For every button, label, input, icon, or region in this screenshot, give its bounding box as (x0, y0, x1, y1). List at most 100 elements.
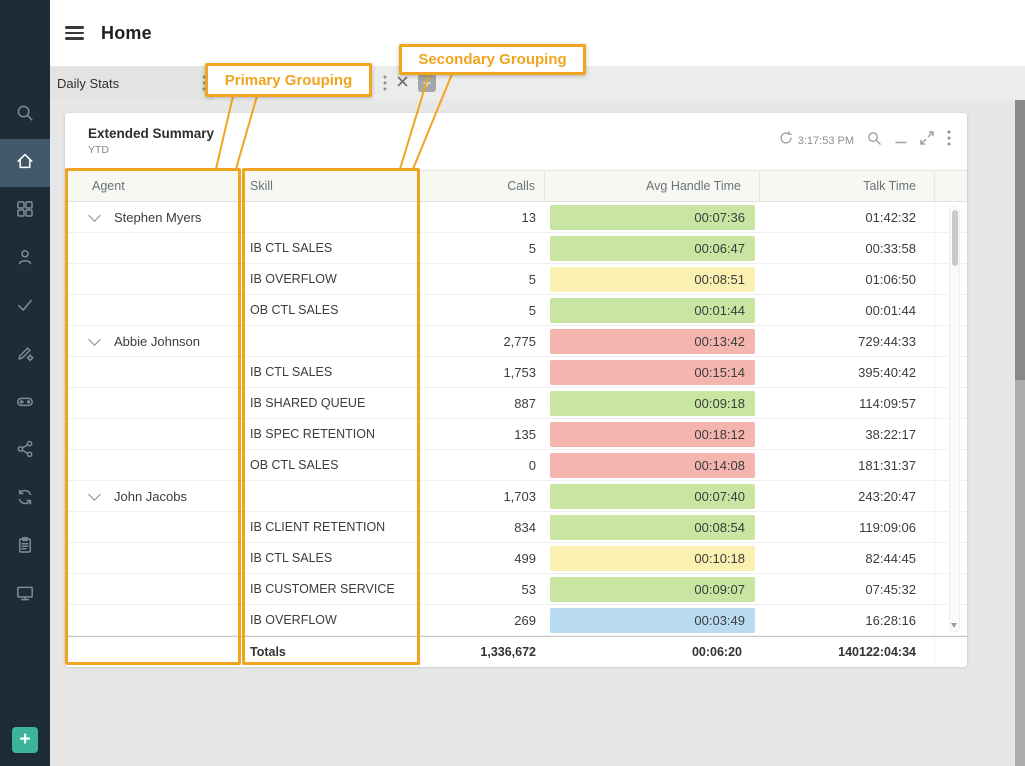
column-header-skill[interactable]: Skill (240, 171, 420, 201)
panel-toolbar: 3:17:53 PM (779, 130, 951, 151)
minimize-icon[interactable] (895, 132, 907, 150)
agent-name: John Jacobs (114, 489, 187, 504)
cell-skill: OB CTL SALES (240, 295, 420, 325)
sidebar-item-dashboard[interactable] (0, 187, 50, 235)
cell-agent (65, 512, 240, 542)
cell-agent: John Jacobs (65, 481, 240, 511)
cell-avg-handle-time: 00:14:08 (545, 450, 760, 480)
sidebar-item-compose[interactable] (0, 331, 50, 379)
cell-agent (65, 388, 240, 418)
table-body: Stephen Myers 13 00:07:36 01:42:32 IB CT… (65, 202, 967, 636)
table-row[interactable]: OB CTL SALES 0 00:14:08 181:31:37 (65, 450, 967, 481)
aht-badge: 00:14:08 (550, 453, 755, 478)
page-title: Home (101, 23, 152, 44)
cell-calls: 1,703 (420, 481, 545, 511)
sidebar-item-share[interactable] (0, 427, 50, 475)
table-row[interactable]: IB CTL SALES 499 00:10:18 82:44:45 (65, 543, 967, 574)
panel-menu-icon[interactable] (947, 130, 951, 151)
table-row[interactable]: Abbie Johnson 2,775 00:13:42 729:44:33 (65, 326, 967, 357)
tabstrip-menu-icon[interactable] (383, 75, 387, 91)
cell-talk-time: 01:42:32 (760, 202, 935, 232)
totals-avg-handle-time: 00:06:20 (545, 637, 760, 667)
page-scrollbar-thumb[interactable] (1015, 100, 1025, 380)
checkmark-icon (15, 295, 35, 320)
table-row[interactable]: IB CLIENT RETENTION 834 00:08:54 119:09:… (65, 512, 967, 543)
chevron-down-icon[interactable] (88, 488, 101, 501)
column-header-calls[interactable]: Calls (420, 171, 545, 201)
sidebar-item-reports[interactable] (0, 523, 50, 571)
sidebar: + (0, 0, 50, 766)
column-header-agent[interactable]: Agent (65, 171, 240, 201)
cell-agent (65, 357, 240, 387)
cell-agent (65, 450, 240, 480)
cell-talk-time: 00:01:44 (760, 295, 935, 325)
cell-talk-time: 395:40:42 (760, 357, 935, 387)
table-row[interactable]: John Jacobs 1,703 00:07:40 243:20:47 (65, 481, 967, 512)
totals-talk-time: 140122:04:34 (760, 637, 935, 667)
hamburger-menu-icon[interactable] (65, 23, 84, 43)
table-row[interactable]: IB OVERFLOW 5 00:08:51 01:06:50 (65, 264, 967, 295)
table-scrollbar[interactable] (949, 206, 960, 632)
table-row[interactable]: IB CUSTOMER SERVICE 53 00:09:07 07:45:32 (65, 574, 967, 605)
table-row[interactable]: OB CTL SALES 5 00:01:44 00:01:44 (65, 295, 967, 326)
aht-badge: 00:03:49 (550, 608, 755, 633)
dashboard-grid-icon (15, 199, 35, 224)
cell-skill: IB CUSTOMER SERVICE (240, 574, 420, 604)
agent-name: Abbie Johnson (114, 334, 200, 349)
chevron-down-icon[interactable] (88, 209, 101, 222)
sidebar-item-monitor[interactable] (0, 571, 50, 619)
scroll-down-icon[interactable] (951, 623, 957, 628)
sidebar-item-tasks[interactable] (0, 283, 50, 331)
app-window: + Home Daily Stats + Extended Summary YT… (0, 0, 1025, 766)
totals-calls: 1,336,672 (420, 637, 545, 667)
page-scrollbar[interactable] (1015, 100, 1025, 766)
cell-avg-handle-time: 00:01:44 (545, 295, 760, 325)
column-header-talk-time[interactable]: Talk Time (760, 171, 935, 201)
cell-skill: IB CTL SALES (240, 233, 420, 263)
refresh-icon[interactable] (779, 131, 793, 150)
table-row[interactable]: Stephen Myers 13 00:07:36 01:42:32 (65, 202, 967, 233)
add-tab-button[interactable]: + (418, 74, 436, 92)
cell-calls: 1,753 (420, 357, 545, 387)
table-row[interactable]: IB OVERFLOW 269 00:03:49 16:28:16 (65, 605, 967, 636)
cell-agent: Abbie Johnson (65, 326, 240, 356)
pencil-gear-icon (15, 343, 35, 368)
last-refresh-time: 3:17:53 PM (798, 135, 854, 147)
cell-calls: 53 (420, 574, 545, 604)
sidebar-add-button[interactable]: + (12, 727, 38, 753)
table-row[interactable]: IB CTL SALES 1,753 00:15:14 395:40:42 (65, 357, 967, 388)
search-icon (15, 103, 35, 128)
aht-badge: 00:08:51 (550, 267, 755, 292)
sidebar-item-people[interactable] (0, 235, 50, 283)
close-tab-icon[interactable] (397, 74, 408, 92)
column-header-avg-handle-time[interactable]: Avg Handle Time (545, 171, 760, 201)
cell-avg-handle-time: 00:07:36 (545, 202, 760, 232)
aht-badge: 00:09:18 (550, 391, 755, 416)
cell-skill: IB OVERFLOW (240, 264, 420, 294)
table-row[interactable]: IB SPEC RETENTION 135 00:18:12 38:22:17 (65, 419, 967, 450)
cell-talk-time: 00:33:58 (760, 233, 935, 263)
cell-avg-handle-time: 00:06:47 (545, 233, 760, 263)
expand-icon[interactable] (920, 131, 934, 150)
sidebar-item-search[interactable] (0, 91, 50, 139)
cell-skill: IB CTL SALES (240, 357, 420, 387)
cell-talk-time: 729:44:33 (760, 326, 935, 356)
sidebar-item-home[interactable] (0, 139, 50, 187)
chevron-down-icon[interactable] (88, 333, 101, 346)
cell-avg-handle-time: 00:18:12 (545, 419, 760, 449)
cell-skill: IB SHARED QUEUE (240, 388, 420, 418)
panel-search-icon[interactable] (867, 131, 882, 151)
sidebar-item-games[interactable] (0, 379, 50, 427)
cell-talk-time: 01:06:50 (760, 264, 935, 294)
aht-badge: 00:06:47 (550, 236, 755, 261)
table-row[interactable]: IB SHARED QUEUE 887 00:09:18 114:09:57 (65, 388, 967, 419)
cell-avg-handle-time: 00:07:40 (545, 481, 760, 511)
cell-avg-handle-time: 00:10:18 (545, 543, 760, 573)
share-icon (15, 439, 35, 464)
primary-grouping-callout: Primary Grouping (205, 63, 372, 97)
cell-skill: IB CLIENT RETENTION (240, 512, 420, 542)
table-row[interactable]: IB CTL SALES 5 00:06:47 00:33:58 (65, 233, 967, 264)
table-scrollbar-thumb[interactable] (952, 210, 958, 266)
tab-daily-stats[interactable]: Daily Stats (50, 66, 213, 100)
sidebar-item-sync[interactable] (0, 475, 50, 523)
